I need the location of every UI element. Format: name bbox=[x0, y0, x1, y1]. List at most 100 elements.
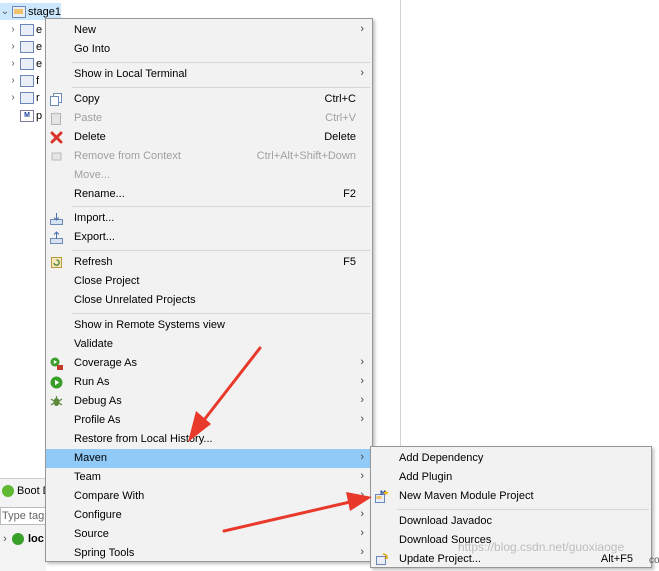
menu-item-refresh[interactable]: Refresh F5 bbox=[46, 253, 372, 272]
menu-item-configure[interactable]: Configure › bbox=[46, 506, 372, 525]
chevron-right-icon[interactable]: › bbox=[0, 533, 10, 545]
tree-item-label: e bbox=[36, 23, 43, 36]
menu-item-rename[interactable]: Rename... F2 bbox=[46, 185, 372, 204]
menu-item-shortcut: Ctrl+V bbox=[325, 112, 356, 124]
panel-divider[interactable] bbox=[400, 0, 401, 478]
menu-item-import[interactable]: Import... bbox=[46, 209, 372, 228]
menu-item-team[interactable]: Team › bbox=[46, 468, 372, 487]
submenu-item-download-javadoc[interactable]: Download Javadoc bbox=[371, 512, 651, 531]
submenu-arrow-icon: › bbox=[360, 451, 364, 463]
menu-item-shortcut: Alt+F5 bbox=[600, 553, 633, 565]
menu-item-go-into[interactable]: Go Into bbox=[46, 40, 372, 59]
maven-project-icon bbox=[20, 23, 34, 36]
submenu-arrow-icon: › bbox=[360, 375, 364, 387]
menu-separator bbox=[72, 313, 370, 314]
tree-item[interactable]: › e bbox=[8, 38, 42, 55]
boot-dashboard-tab[interactable]: Boot D bbox=[0, 481, 51, 501]
menu-item-label: Maven bbox=[74, 452, 108, 464]
tree-item-label: f bbox=[36, 74, 40, 87]
menu-separator bbox=[72, 206, 370, 207]
menu-item-maven[interactable]: Maven › bbox=[46, 449, 372, 468]
menu-item-label: Delete bbox=[74, 131, 106, 143]
menu-item-new[interactable]: New › bbox=[46, 21, 372, 40]
submenu-arrow-icon: › bbox=[360, 67, 364, 79]
menu-item-run-as[interactable]: Run As › bbox=[46, 373, 372, 392]
export-icon bbox=[50, 231, 63, 244]
submenu-arrow-icon: › bbox=[360, 489, 364, 501]
menu-item-label: Profile As bbox=[74, 414, 121, 426]
submenu-arrow-icon: › bbox=[360, 394, 364, 406]
local-instance-row[interactable]: › loc bbox=[0, 530, 44, 548]
menu-item-compare-with[interactable]: Compare With › bbox=[46, 487, 372, 506]
menu-item-show-remote-systems[interactable]: Show in Remote Systems view bbox=[46, 316, 372, 335]
menu-item-label: Add Plugin bbox=[399, 471, 453, 483]
menu-item-coverage-as[interactable]: Coverage As › bbox=[46, 354, 372, 373]
project-folder-icon bbox=[12, 5, 26, 18]
tree-item-label: e bbox=[36, 57, 43, 70]
tree-item[interactable]: › e bbox=[8, 55, 42, 72]
menu-item-label: Coverage As bbox=[74, 357, 137, 369]
menu-item-label: Spring Tools bbox=[74, 547, 135, 559]
menu-item-source[interactable]: Source › bbox=[46, 525, 372, 544]
menu-item-restore-local-history[interactable]: Restore from Local History... bbox=[46, 430, 372, 449]
tree-item[interactable]: M p bbox=[18, 107, 42, 124]
menu-item-remove-from-context[interactable]: Remove from Context Ctrl+Alt+Shift+Down bbox=[46, 147, 372, 166]
submenu-item-add-dependency[interactable]: Add Dependency bbox=[371, 449, 651, 468]
submenu-item-add-plugin[interactable]: Add Plugin bbox=[371, 468, 651, 487]
maven-project-icon bbox=[20, 40, 34, 53]
tree-item-label: e bbox=[36, 40, 43, 53]
menu-item-debug-as[interactable]: Debug As › bbox=[46, 392, 372, 411]
menu-item-spring-tools[interactable]: Spring Tools › bbox=[46, 544, 372, 563]
maven-project-icon bbox=[20, 91, 34, 104]
menu-item-label: Configure bbox=[74, 509, 122, 521]
menu-item-close-project[interactable]: Close Project bbox=[46, 272, 372, 291]
type-tags-input[interactable]: Type tags bbox=[0, 507, 46, 525]
menu-item-label: Team bbox=[74, 471, 101, 483]
chevron-right-icon[interactable]: › bbox=[8, 92, 18, 103]
watermark-text: https://blog.csdn.net/guoxiaoge bbox=[458, 540, 625, 554]
menu-item-profile-as[interactable]: Profile As › bbox=[46, 411, 372, 430]
copy-icon bbox=[50, 93, 63, 106]
menu-item-delete[interactable]: Delete Delete bbox=[46, 128, 372, 147]
submenu-arrow-icon: › bbox=[360, 413, 364, 425]
tree-item[interactable]: › r bbox=[8, 89, 40, 106]
menu-item-move[interactable]: Move... bbox=[46, 166, 372, 185]
chevron-down-icon[interactable]: ⌄ bbox=[0, 6, 10, 17]
submenu-arrow-icon: › bbox=[360, 470, 364, 482]
tree-item[interactable]: › f bbox=[8, 72, 39, 89]
chevron-right-icon[interactable]: › bbox=[8, 58, 18, 69]
menu-separator bbox=[72, 62, 370, 63]
paste-icon bbox=[50, 112, 63, 125]
menu-item-label: New bbox=[74, 24, 97, 36]
tree-item[interactable]: › e bbox=[8, 21, 42, 38]
submenu-arrow-icon: › bbox=[360, 546, 364, 558]
spring-boot-icon bbox=[2, 485, 14, 497]
refresh-icon bbox=[50, 256, 63, 269]
remove-context-icon bbox=[50, 150, 63, 163]
menu-separator bbox=[397, 509, 649, 510]
coverage-icon bbox=[50, 357, 63, 370]
pom-file-icon: M bbox=[20, 109, 34, 122]
menu-item-label: Import... bbox=[74, 212, 115, 224]
chevron-right-icon[interactable]: › bbox=[8, 41, 18, 52]
menu-separator bbox=[72, 87, 370, 88]
menu-item-label: Copy bbox=[74, 93, 100, 105]
menu-item-copy[interactable]: Copy Ctrl+C bbox=[46, 90, 372, 109]
menu-item-label: Close Project bbox=[74, 275, 140, 287]
menu-item-close-unrelated-projects[interactable]: Close Unrelated Projects bbox=[46, 291, 372, 310]
maven-project-icon bbox=[20, 74, 34, 87]
menu-item-label: Compare With bbox=[74, 490, 145, 502]
tree-item-label: p bbox=[36, 109, 43, 122]
menu-item-label: Go Into bbox=[74, 43, 111, 55]
menu-item-validate[interactable]: Validate bbox=[46, 335, 372, 354]
submenu-item-new-maven-module[interactable]: M New Maven Module Project bbox=[371, 487, 651, 506]
menu-item-show-local-terminal[interactable]: Show in Local Terminal › bbox=[46, 65, 372, 84]
local-label: loc bbox=[28, 533, 44, 545]
submenu-arrow-icon: › bbox=[360, 508, 364, 520]
menu-item-label: Restore from Local History... bbox=[74, 433, 213, 445]
menu-item-export[interactable]: Export... bbox=[46, 228, 372, 247]
chevron-right-icon[interactable]: › bbox=[8, 75, 18, 86]
run-icon bbox=[50, 376, 63, 389]
menu-item-paste[interactable]: Paste Ctrl+V bbox=[46, 109, 372, 128]
chevron-right-icon[interactable]: › bbox=[8, 24, 18, 35]
